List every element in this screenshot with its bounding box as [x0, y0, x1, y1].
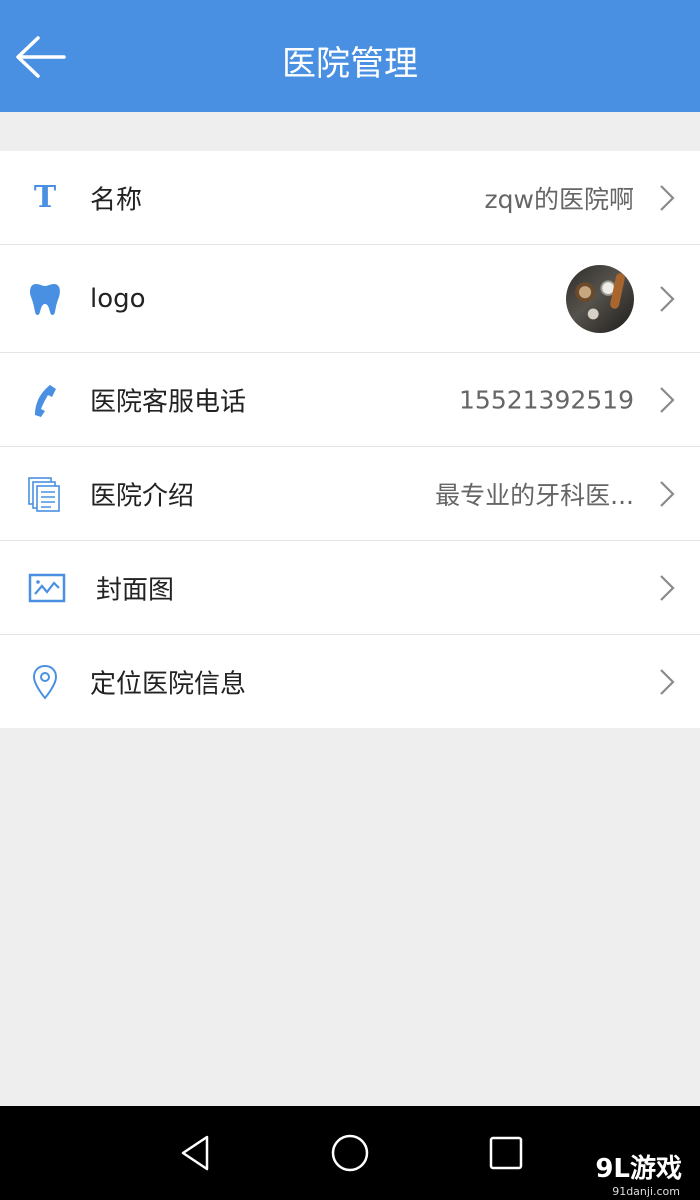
row-label: 医院客服电话: [90, 387, 247, 417]
row-label: 定位医院信息: [90, 669, 247, 699]
row-name[interactable]: T 名称 zqw的医院啊: [0, 151, 700, 245]
row-label: 封面图: [96, 575, 175, 605]
text-icon: T: [33, 180, 57, 215]
chevron-right-icon: [660, 480, 675, 507]
watermark-brand: 9L游戏: [595, 1154, 682, 1184]
location-pin-icon: [32, 664, 58, 700]
settings-list: T 名称 zqw的医院啊 logo 医院客服电话 15521392519 医院介…: [0, 151, 700, 728]
logo-avatar[interactable]: [566, 264, 634, 333]
row-cover-image[interactable]: 封面图: [0, 541, 700, 635]
row-location[interactable]: 定位医院信息: [0, 635, 700, 728]
tooth-icon: [30, 283, 60, 315]
system-nav-bar: 9L游戏 91danji.com: [0, 1106, 700, 1200]
back-triangle-icon[interactable]: [176, 1133, 216, 1173]
row-value: 最专业的牙科医...: [435, 480, 634, 510]
chevron-right-icon: [660, 386, 675, 413]
image-icon: [28, 573, 66, 602]
row-introduction[interactable]: 医院介绍 最专业的牙科医...: [0, 447, 700, 541]
row-value: zqw的医院啊: [484, 184, 634, 214]
document-icon: [28, 476, 60, 512]
row-label: 医院介绍: [90, 481, 195, 511]
chevron-right-icon: [660, 668, 675, 695]
app-bar: 医院管理: [0, 0, 700, 112]
row-value: 15521392519: [459, 385, 634, 414]
recents-square-icon[interactable]: [486, 1133, 526, 1173]
row-logo[interactable]: logo: [0, 245, 700, 353]
phone-icon: [35, 384, 56, 417]
row-label: 名称: [90, 185, 143, 215]
chevron-right-icon: [660, 285, 675, 312]
row-label: logo: [90, 283, 146, 314]
home-circle-icon[interactable]: [330, 1133, 370, 1173]
row-phone[interactable]: 医院客服电话 15521392519: [0, 353, 700, 447]
chevron-right-icon: [660, 184, 675, 211]
chevron-right-icon: [660, 574, 675, 601]
watermark-url: 91danji.com: [612, 1185, 680, 1198]
page-title: 医院管理: [282, 44, 418, 84]
